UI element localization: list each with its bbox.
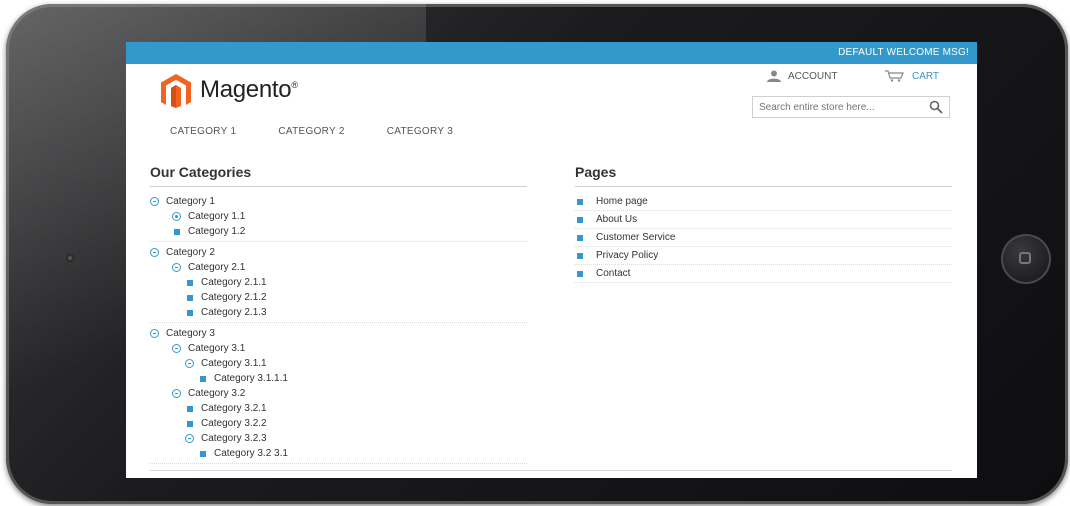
- tree-item-label: Category 3: [166, 327, 215, 339]
- tree-item-category-2-1-3[interactable]: Category 2.1.3: [150, 305, 527, 320]
- nav-item-category-1[interactable]: CATEGORY 1: [170, 126, 236, 137]
- footer-divider: [150, 470, 952, 471]
- square-bullet-icon: [577, 234, 583, 241]
- page-link-home[interactable]: Home page: [575, 193, 952, 211]
- tree-item-label: Category 3.2.2: [201, 418, 267, 429]
- tree-item-category-3-2-2[interactable]: Category 3.2.2: [150, 416, 527, 431]
- square-bullet-icon: [200, 375, 206, 382]
- square-bullet-icon: [174, 228, 180, 235]
- square-bullet-icon: [187, 309, 193, 316]
- search-box: [752, 96, 950, 118]
- nav-item-category-3[interactable]: CATEGORY 3: [387, 126, 453, 137]
- square-bullet-icon: [577, 270, 583, 277]
- cart-label: CART: [912, 70, 940, 82]
- minus-circle-icon[interactable]: [172, 344, 181, 353]
- square-bullet-icon: [187, 279, 193, 286]
- page-link-label: Home page: [596, 196, 648, 207]
- tree-item-category-1-2[interactable]: Category 1.2: [150, 224, 527, 239]
- tree-item-category-3-1[interactable]: Category 3.1: [150, 341, 527, 356]
- tree-item-category-2-1-2[interactable]: Category 2.1.2: [150, 290, 527, 305]
- page-link-about[interactable]: About Us: [575, 211, 952, 229]
- tree-item-category-1-1[interactable]: Category 1.1: [150, 209, 527, 224]
- magento-logo[interactable]: Magento®: [158, 72, 298, 108]
- categories-section: Our Categories Category 1 Category 1.1 C…: [150, 164, 527, 466]
- search-icon[interactable]: [929, 100, 943, 114]
- tree-item-label: Category 3.1.1: [201, 358, 267, 369]
- tree-item-label: Category 3.2.3: [201, 433, 267, 444]
- minus-circle-icon[interactable]: [150, 247, 159, 257]
- minus-circle-icon[interactable]: [150, 328, 159, 338]
- tree-item-category-3-2-1[interactable]: Category 3.2.1: [150, 401, 527, 416]
- account-link[interactable]: ACCOUNT: [766, 70, 837, 82]
- tree-item-category-3-2[interactable]: Category 3.2: [150, 386, 527, 401]
- tree-item-label: Category 1.2: [188, 226, 246, 237]
- tree-item-category-1[interactable]: Category 1: [150, 193, 527, 209]
- square-bullet-icon: [577, 198, 583, 205]
- square-bullet-icon: [577, 216, 583, 223]
- welcome-message: DEFAULT WELCOME MSG!: [838, 47, 969, 58]
- tree-item-label: Category 1.1: [188, 211, 246, 222]
- tree-item-label: Category 3.2 3.1: [214, 448, 288, 459]
- main-nav: CATEGORY 1 CATEGORY 2 CATEGORY 3: [158, 126, 495, 137]
- user-icon: [767, 70, 781, 82]
- page-link-label: Customer Service: [596, 232, 676, 243]
- categories-title: Our Categories: [150, 164, 527, 187]
- divider: [150, 463, 527, 464]
- tree-item-category-2[interactable]: Category 2: [150, 244, 527, 260]
- square-bullet-icon: [577, 252, 583, 259]
- minus-circle-icon[interactable]: [185, 434, 194, 443]
- store-screen: DEFAULT WELCOME MSG! Magento® ACCOUNT CA…: [126, 42, 977, 478]
- tree-item-label: Category 3.1.1.1: [214, 373, 288, 384]
- square-bullet-icon: [187, 405, 193, 412]
- divider: [150, 241, 527, 242]
- minus-circle-icon[interactable]: [172, 389, 181, 398]
- account-label: ACCOUNT: [788, 70, 838, 82]
- cart-icon: [885, 70, 904, 82]
- camera-lens: [66, 254, 74, 262]
- home-square-icon: [1019, 252, 1031, 264]
- logo-wordmark: Magento®: [200, 76, 298, 103]
- minus-circle-icon[interactable]: [185, 359, 194, 368]
- tree-item-label: Category 3.2: [188, 388, 246, 399]
- tree-item-label: Category 1: [166, 195, 215, 207]
- page-link-customer-service[interactable]: Customer Service: [575, 229, 952, 247]
- tablet-frame: DEFAULT WELCOME MSG! Magento® ACCOUNT CA…: [6, 4, 1068, 504]
- dot-circle-icon[interactable]: [172, 212, 181, 221]
- site-header: Magento® ACCOUNT CART: [126, 64, 977, 126]
- cart-link[interactable]: CART: [884, 70, 939, 82]
- tree-item-category-3-2-3-1[interactable]: Category 3.2 3.1: [150, 446, 527, 461]
- tree-item-category-3-1-1-1[interactable]: Category 3.1.1.1: [150, 371, 527, 386]
- magento-logo-icon: [161, 74, 191, 108]
- square-bullet-icon: [187, 420, 193, 427]
- page-link-label: Contact: [596, 268, 631, 279]
- tree-item-label: Category 3.1: [188, 343, 246, 354]
- search-input[interactable]: [753, 100, 926, 114]
- tree-item-category-3[interactable]: Category 3: [150, 325, 527, 341]
- pages-title: Pages: [575, 164, 952, 187]
- square-bullet-icon: [200, 450, 206, 457]
- pages-section: Pages Home page About Us Customer Servic…: [575, 164, 952, 283]
- square-bullet-icon: [187, 294, 193, 301]
- page-link-contact[interactable]: Contact: [575, 265, 952, 283]
- divider: [150, 322, 527, 323]
- welcome-bar: DEFAULT WELCOME MSG!: [126, 42, 977, 64]
- tree-item-category-3-1-1[interactable]: Category 3.1.1: [150, 356, 527, 371]
- tree-item-label: Category 2.1.1: [201, 277, 267, 288]
- minus-circle-icon[interactable]: [172, 263, 181, 272]
- tree-item-label: Category 2.1.2: [201, 292, 267, 303]
- tree-item-category-3-2-3[interactable]: Category 3.2.3: [150, 431, 527, 446]
- tree-item-category-2-1[interactable]: Category 2.1: [150, 260, 527, 275]
- page-link-privacy[interactable]: Privacy Policy: [575, 247, 952, 265]
- page-link-label: About Us: [596, 214, 638, 225]
- minus-circle-icon[interactable]: [150, 196, 159, 206]
- page-link-label: Privacy Policy: [596, 250, 659, 261]
- tree-item-label: Category 3.2.1: [201, 403, 267, 414]
- nav-item-category-2[interactable]: CATEGORY 2: [278, 126, 344, 137]
- tree-item-category-2-1-1[interactable]: Category 2.1.1: [150, 275, 527, 290]
- tree-item-label: Category 2.1: [188, 262, 246, 273]
- tree-item-label: Category 2: [166, 246, 215, 258]
- home-button[interactable]: [1001, 234, 1051, 284]
- tree-item-label: Category 2.1.3: [201, 307, 267, 318]
